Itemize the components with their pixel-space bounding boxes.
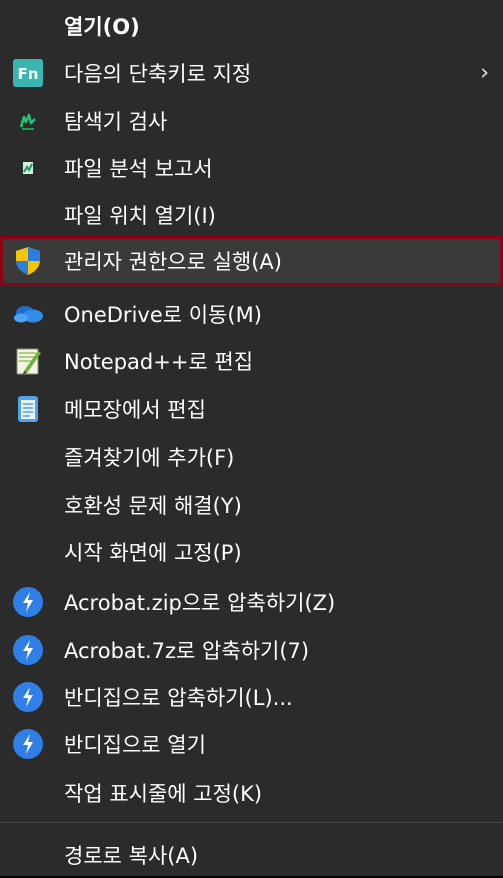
menu-item-label: 호환성 문제 해결(Y) (64, 494, 242, 518)
menu-item-troubleshoot-compatibility[interactable]: 호환성 문제 해결(Y) (0, 482, 503, 528)
shield-icon (12, 245, 44, 277)
menu-item-label: 반디집으로 압축하기(L)... (64, 686, 293, 710)
menu-item-compress-zip[interactable]: Acrobat.zip으로 압축하기(Z) (0, 579, 503, 625)
menu-item-open-file-location[interactable]: 파일 위치 열기(I) (0, 192, 503, 238)
context-menu: 열기(O) Fn 다음의 단축키로 지정 › 탐색기 검사 파일 분석 보고서 … (0, 0, 503, 876)
menu-item-label: 작업 표시줄에 고정(K) (64, 782, 263, 806)
scanner-icon (12, 105, 44, 137)
menu-item-file-analysis-report[interactable]: 파일 분석 보고서 (0, 145, 503, 191)
menu-item-edit-notepad[interactable]: 메모장에서 편집 (0, 386, 503, 432)
svg-text:Fn: Fn (18, 65, 39, 83)
menu-item-label: 다음의 단축키로 지정 (64, 62, 252, 86)
menu-item-label: Acrobat.7z로 압축하기(7) (64, 639, 310, 663)
menu-item-copy-as-path[interactable]: 경로로 복사(A) (0, 832, 503, 878)
bandizip-icon (12, 634, 44, 666)
menu-item-label: Notepad++로 편집 (64, 350, 254, 374)
menu-item-label: OneDrive로 이동(M) (64, 303, 262, 327)
menu-item-label: 탐색기 검사 (64, 110, 168, 134)
notepadpp-icon (12, 345, 44, 377)
onedrive-icon (12, 298, 44, 330)
bandizip-icon (12, 586, 44, 618)
bandizip-icon (12, 728, 44, 760)
menu-item-edit-notepadpp[interactable]: Notepad++로 편집 (0, 338, 503, 384)
menu-item-add-to-favorites[interactable]: 즐겨찾기에 추가(F) (0, 434, 503, 480)
menu-item-label: 파일 위치 열기(I) (64, 204, 216, 228)
notepad-icon (12, 393, 44, 425)
menu-item-label: 메모장에서 편집 (64, 398, 206, 422)
menu-item-pin-to-taskbar[interactable]: 작업 표시줄에 고정(K) (0, 770, 503, 816)
menu-item-compress-bandizip[interactable]: 반디집으로 압축하기(L)... (0, 674, 503, 720)
menu-divider (0, 822, 503, 823)
bandizip-icon (12, 681, 44, 713)
menu-item-move-to-onedrive[interactable]: OneDrive로 이동(M) (0, 291, 503, 337)
menu-item-pin-to-start[interactable]: 시작 화면에 고정(P) (0, 529, 503, 575)
menu-item-label: 파일 분석 보고서 (64, 157, 213, 181)
fn-key-icon: Fn (12, 57, 44, 89)
menu-item-open-bandizip[interactable]: 반디집으로 열기 (0, 721, 503, 767)
menu-item-label: 시작 화면에 고정(P) (64, 541, 242, 565)
menu-item-label: 경로로 복사(A) (64, 844, 199, 868)
menu-item-label: 즐겨찾기에 추가(F) (64, 446, 235, 470)
chevron-right-icon: › (480, 60, 489, 86)
menu-item-open[interactable]: 열기(O) (0, 3, 503, 49)
menu-item-run-as-admin[interactable]: 관리자 권한으로 실행(A) (0, 236, 503, 286)
menu-item-label: 반디집으로 열기 (64, 733, 206, 757)
menu-item-label: Acrobat.zip으로 압축하기(Z) (64, 591, 336, 615)
report-icon (12, 152, 44, 184)
menu-item-compress-7z[interactable]: Acrobat.7z로 압축하기(7) (0, 627, 503, 673)
menu-item-explorer-scan[interactable]: 탐색기 검사 (0, 98, 503, 144)
menu-item-label: 관리자 권한으로 실행(A) (64, 250, 282, 274)
menu-item-assign-shortcut[interactable]: Fn 다음의 단축키로 지정 › (0, 50, 503, 96)
menu-item-label: 열기(O) (64, 15, 140, 39)
